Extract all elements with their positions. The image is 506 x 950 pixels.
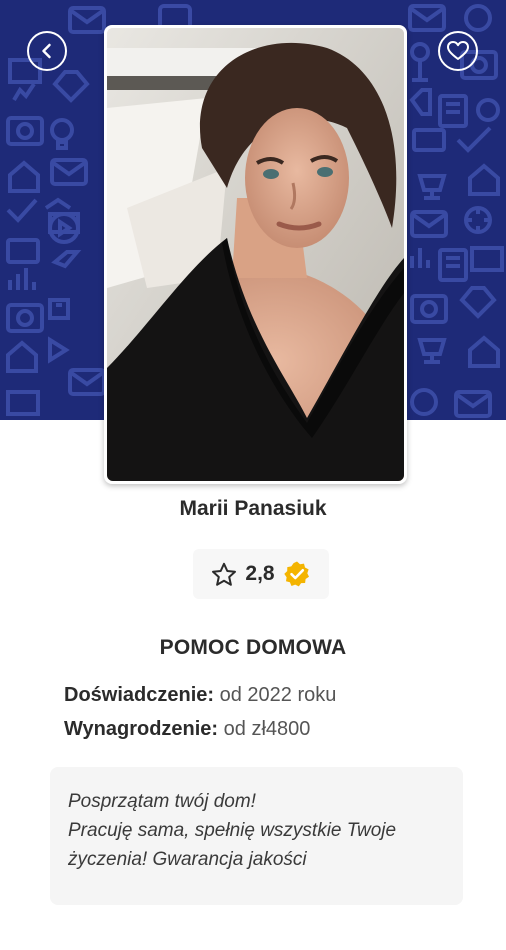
service-category: POMOC DOMOWA bbox=[159, 636, 347, 659]
description-line: życzenia! Gwarancja jakości bbox=[68, 849, 307, 870]
description-box: Posprzątam twój dom! Pracuję sama, spełn… bbox=[50, 767, 463, 905]
salary-row: Wynagrodzenie: od zł4800 bbox=[64, 718, 310, 741]
heart-icon bbox=[447, 41, 469, 60]
star-outline-icon bbox=[212, 562, 237, 586]
rating-badge[interactable]: 2,8 bbox=[193, 549, 329, 599]
description-line: Pracuję sama, spełnię wszystkie Twoje bbox=[68, 820, 397, 841]
profile-photo bbox=[107, 28, 404, 481]
experience-label: Doświadczenie: bbox=[64, 684, 215, 706]
experience-row: Doświadczenie: od 2022 roku bbox=[64, 684, 336, 707]
experience-value: od 2022 roku bbox=[219, 684, 337, 706]
salary-label: Wynagrodzenie: bbox=[64, 718, 219, 740]
salary-value: od zł4800 bbox=[223, 718, 311, 740]
chevron-left-icon bbox=[42, 43, 51, 59]
profile-name: Marii Panasiuk bbox=[179, 497, 327, 520]
verified-badge-icon bbox=[283, 561, 309, 587]
rating-value: 2,8 bbox=[245, 562, 275, 585]
description-line: Posprzątam twój dom! bbox=[68, 791, 256, 812]
profile-photo-card[interactable] bbox=[104, 25, 407, 484]
favorite-button[interactable] bbox=[438, 31, 478, 71]
back-button[interactable] bbox=[27, 31, 67, 71]
